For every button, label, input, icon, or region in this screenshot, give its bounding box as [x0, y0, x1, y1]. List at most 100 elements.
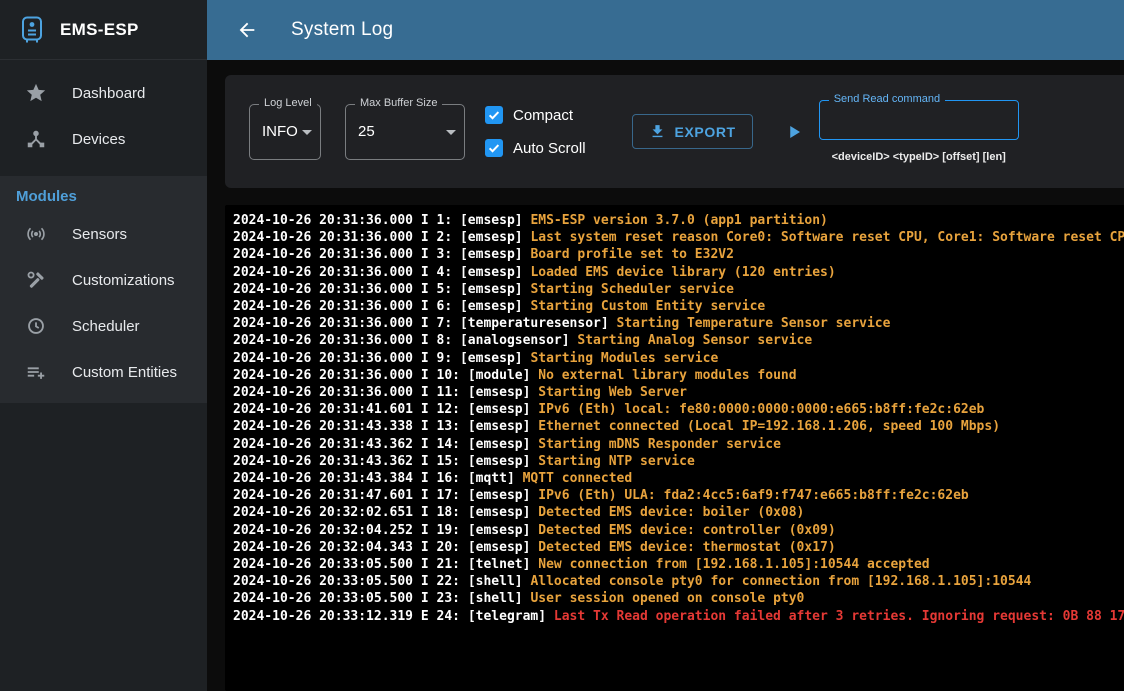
log-timestamp: 2024-10-26 20:32:04.252 I 19: — [233, 523, 468, 538]
clock-icon — [24, 314, 48, 338]
log-timestamp: 2024-10-26 20:31:36.000 I 11: — [233, 385, 468, 400]
log-message: No external library modules found — [538, 368, 796, 383]
sidebar-item-label: Sensors — [72, 226, 127, 243]
log-line: 2024-10-26 20:31:47.601 I 17: [emsesp] I… — [233, 487, 1124, 504]
export-button-label: EXPORT — [675, 124, 736, 140]
sidebar-item-devices[interactable]: Devices — [0, 116, 207, 162]
log-tag: [temperaturesensor] — [460, 316, 617, 331]
log-line: 2024-10-26 20:31:36.000 I 6: [emsesp] St… — [233, 298, 1124, 315]
log-tag: [analogsensor] — [460, 333, 577, 348]
log-line: 2024-10-26 20:31:36.000 I 2: [emsesp] La… — [233, 229, 1124, 246]
export-button[interactable]: EXPORT — [632, 114, 753, 149]
log-message: Starting NTP service — [538, 454, 695, 469]
log-message: MQTT connected — [523, 471, 633, 486]
log-tag: [emsesp] — [460, 230, 530, 245]
send-command-label: Send Read command — [829, 93, 945, 105]
log-message: EMS-ESP version 3.7.0 (app1 partition) — [530, 213, 827, 228]
log-toolbar: Log Level INFO Max Buffer Size 25 Compac… — [225, 75, 1124, 188]
log-line: 2024-10-26 20:31:43.384 I 16: [mqtt] MQT… — [233, 470, 1124, 487]
checkbox-checked-icon — [485, 106, 503, 124]
log-message: New connection from [192.168.1.105]:1054… — [538, 557, 929, 572]
compact-checkbox[interactable]: Compact — [485, 106, 586, 124]
log-message: IPv6 (Eth) local: fe80:0000:0000:0000:e6… — [538, 402, 984, 417]
log-timestamp: 2024-10-26 20:31:36.000 I 10: — [233, 368, 468, 383]
log-timestamp: 2024-10-26 20:31:36.000 I 9: — [233, 351, 460, 366]
log-line: 2024-10-26 20:31:36.000 I 4: [emsesp] Lo… — [233, 264, 1124, 281]
log-tag: [emsesp] — [468, 523, 538, 538]
log-timestamp: 2024-10-26 20:32:02.651 I 18: — [233, 505, 468, 520]
log-line: 2024-10-26 20:31:43.338 I 13: [emsesp] E… — [233, 418, 1124, 435]
log-line: 2024-10-26 20:33:12.319 E 24: [telegram]… — [233, 608, 1124, 625]
modules-section-label: Modules — [0, 176, 207, 211]
log-timestamp: 2024-10-26 20:31:43.362 I 15: — [233, 454, 468, 469]
send-command-input[interactable] — [820, 101, 1018, 139]
star-icon — [24, 81, 48, 105]
sidebar: EMS-ESP Dashboard Devices Modules — [0, 0, 207, 691]
chevron-down-icon — [302, 130, 312, 135]
max-buffer-label: Max Buffer Size — [355, 97, 442, 109]
log-tag: [emsesp] — [460, 299, 530, 314]
log-tag: [emsesp] — [468, 505, 538, 520]
app-logo-row: EMS-ESP — [0, 0, 207, 60]
log-level-value: INFO — [262, 123, 298, 140]
send-command-field: Send Read command — [819, 100, 1019, 140]
log-tag: [telnet] — [468, 557, 538, 572]
log-line: 2024-10-26 20:31:36.000 I 3: [emsesp] Bo… — [233, 246, 1124, 263]
log-timestamp: 2024-10-26 20:33:05.500 I 23: — [233, 591, 468, 606]
log-timestamp: 2024-10-26 20:31:43.338 I 13: — [233, 419, 468, 434]
log-message: Starting Web Server — [538, 385, 687, 400]
chevron-down-icon — [446, 130, 456, 135]
log-message: Starting Custom Entity service — [530, 299, 765, 314]
main-content: Log Level INFO Max Buffer Size 25 Compac… — [207, 60, 1124, 691]
log-timestamp: 2024-10-26 20:33:05.500 I 22: — [233, 574, 468, 589]
log-message: Starting mDNS Responder service — [538, 437, 781, 452]
back-button[interactable] — [227, 10, 267, 50]
log-tag: [module] — [468, 368, 538, 383]
log-tag: [mqtt] — [468, 471, 523, 486]
arrow-left-icon — [236, 19, 258, 41]
send-command-helper: <deviceID> <typeID> [offset] [len] — [832, 151, 1006, 163]
max-buffer-value: 25 — [358, 123, 375, 140]
sidebar-item-customizations[interactable]: Customizations — [0, 257, 207, 303]
log-tag: [emsesp] — [468, 437, 538, 452]
log-panel[interactable]: 2024-10-26 20:31:36.000 I 1: [emsesp] EM… — [225, 205, 1124, 691]
tools-icon — [24, 268, 48, 292]
send-command-group: Send Read command <deviceID> <typeID> [o… — [819, 100, 1019, 163]
log-tag: [emsesp] — [460, 351, 530, 366]
download-icon — [649, 123, 666, 140]
log-line: 2024-10-26 20:31:43.362 I 14: [emsesp] S… — [233, 436, 1124, 453]
log-timestamp: 2024-10-26 20:31:36.000 I 3: — [233, 247, 460, 262]
sidebar-item-label: Devices — [72, 131, 125, 148]
log-message: Ethernet connected (Local IP=192.168.1.2… — [538, 419, 1000, 434]
log-line: 2024-10-26 20:32:04.343 I 20: [emsesp] D… — [233, 539, 1124, 556]
log-level-select[interactable]: Log Level INFO — [249, 104, 321, 160]
max-buffer-select[interactable]: Max Buffer Size 25 — [345, 104, 465, 160]
log-message: Starting Modules service — [530, 351, 718, 366]
log-line: 2024-10-26 20:31:36.000 I 10: [module] N… — [233, 367, 1124, 384]
device-hub-icon — [24, 127, 48, 151]
log-level-label: Log Level — [259, 97, 317, 109]
play-icon — [785, 123, 803, 141]
sidebar-item-scheduler[interactable]: Scheduler — [0, 303, 207, 349]
log-message: Detected EMS device: boiler (0x08) — [538, 505, 804, 520]
log-tag: [emsesp] — [468, 540, 538, 555]
log-output: 2024-10-26 20:31:36.000 I 1: [emsesp] EM… — [225, 205, 1124, 625]
log-message: IPv6 (Eth) ULA: fda2:4cc5:6af9:f747:e665… — [538, 488, 968, 503]
log-line: 2024-10-26 20:33:05.500 I 21: [telnet] N… — [233, 556, 1124, 573]
send-button[interactable] — [781, 119, 807, 145]
log-line: 2024-10-26 20:31:41.601 I 12: [emsesp] I… — [233, 401, 1124, 418]
sidebar-item-dashboard[interactable]: Dashboard — [0, 70, 207, 116]
sidebar-item-custom-entities[interactable]: Custom Entities — [0, 349, 207, 395]
log-tag: [shell] — [468, 591, 531, 606]
log-message: Last Tx Read operation failed after 3 re… — [554, 609, 1124, 624]
sensors-icon — [24, 222, 48, 246]
sidebar-item-sensors[interactable]: Sensors — [0, 211, 207, 257]
log-tag: [emsesp] — [460, 247, 530, 262]
auto-scroll-checkbox[interactable]: Auto Scroll — [485, 139, 586, 157]
log-message: Starting Temperature Sensor service — [617, 316, 891, 331]
log-line: 2024-10-26 20:33:05.500 I 23: [shell] Us… — [233, 590, 1124, 607]
log-message: Starting Scheduler service — [530, 282, 734, 297]
log-tag: [emsesp] — [468, 385, 538, 400]
log-line: 2024-10-26 20:31:36.000 I 7: [temperatur… — [233, 315, 1124, 332]
log-timestamp: 2024-10-26 20:31:36.000 I 4: — [233, 265, 460, 280]
